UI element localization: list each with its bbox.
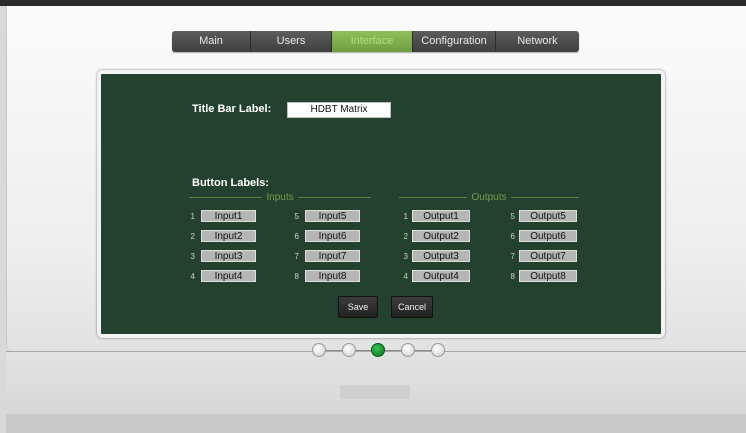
- divider-line: [510, 196, 579, 198]
- input-number: 2: [190, 232, 195, 241]
- interface-panel: Title Bar Label: Button Labels: Inputs O…: [97, 70, 665, 338]
- tab-users[interactable]: Users: [251, 31, 332, 52]
- inputs-heading: Inputs: [266, 191, 294, 203]
- output-number: 3: [403, 252, 408, 261]
- input-number: 8: [294, 272, 299, 281]
- output-label-field-4[interactable]: Output4: [412, 270, 470, 282]
- divider-line: [399, 196, 468, 198]
- output-label-field-8[interactable]: Output8: [519, 270, 577, 282]
- footer-placeholder: [340, 385, 410, 399]
- output-number: 5: [510, 212, 515, 221]
- output-label-field-1[interactable]: Output1: [412, 210, 470, 222]
- output-label-field-5[interactable]: Output5: [519, 210, 577, 222]
- divider-line: [297, 196, 371, 198]
- button-labels-heading: Button Labels:: [192, 177, 269, 189]
- input-label-field-6[interactable]: Input6: [305, 230, 360, 242]
- output-number: 2: [403, 232, 408, 241]
- page-dot-2[interactable]: [342, 343, 356, 357]
- input-label-field-3[interactable]: Input3: [201, 250, 256, 262]
- tab-network[interactable]: Network: [496, 31, 579, 52]
- divider-line: [189, 196, 263, 198]
- page-dot-3[interactable]: [371, 343, 385, 357]
- tab-configuration[interactable]: Configuration: [413, 31, 496, 52]
- tab-main[interactable]: Main: [172, 31, 251, 52]
- cancel-button[interactable]: Cancel: [391, 296, 433, 318]
- input-label-field-7[interactable]: Input7: [305, 250, 360, 262]
- footer-bar: [6, 414, 746, 433]
- save-button[interactable]: Save: [338, 296, 378, 318]
- output-number: 1: [403, 212, 408, 221]
- output-label-field-3[interactable]: Output3: [412, 250, 470, 262]
- page-dot-5[interactable]: [431, 343, 445, 357]
- output-number: 4: [403, 272, 408, 281]
- title-bar-label: Title Bar Label:: [192, 103, 272, 115]
- page-dot-1[interactable]: [312, 343, 326, 357]
- output-label-field-2[interactable]: Output2: [412, 230, 470, 242]
- input-label-field-4[interactable]: Input4: [201, 270, 256, 282]
- title-bar-input[interactable]: [287, 102, 391, 118]
- input-label-field-1[interactable]: Input1: [201, 210, 256, 222]
- input-label-field-8[interactable]: Input8: [305, 270, 360, 282]
- output-number: 7: [510, 252, 515, 261]
- input-number: 6: [294, 232, 299, 241]
- input-number: 1: [190, 212, 195, 221]
- tab-interface[interactable]: Interface: [332, 31, 413, 52]
- output-label-field-6[interactable]: Output6: [519, 230, 577, 242]
- outputs-group-header: Outputs: [399, 191, 579, 203]
- page-dot-4[interactable]: [401, 343, 415, 357]
- main-nav-tabs: Main Users Interface Configuration Netwo…: [172, 31, 579, 52]
- input-number: 3: [190, 252, 195, 261]
- input-label-field-5[interactable]: Input5: [305, 210, 360, 222]
- input-label-field-2[interactable]: Input2: [201, 230, 256, 242]
- output-number: 6: [510, 232, 515, 241]
- input-number: 4: [190, 272, 195, 281]
- inputs-group-header: Inputs: [189, 191, 371, 203]
- output-number: 8: [510, 272, 515, 281]
- output-label-field-7[interactable]: Output7: [519, 250, 577, 262]
- input-number: 7: [294, 252, 299, 261]
- input-number: 5: [294, 212, 299, 221]
- outputs-heading: Outputs: [471, 191, 507, 203]
